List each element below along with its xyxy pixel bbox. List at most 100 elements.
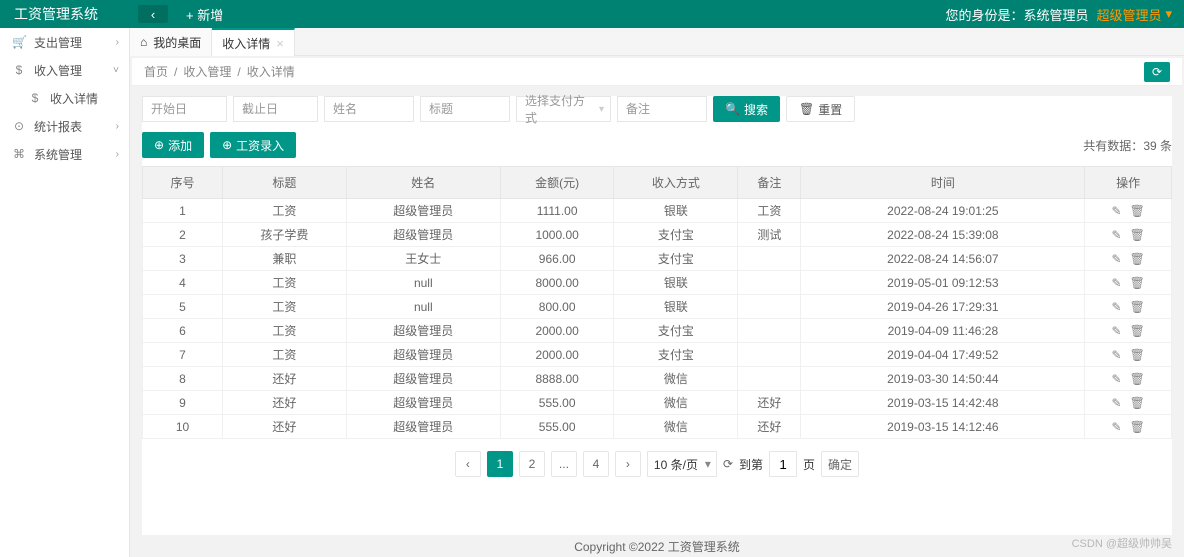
chevron-left-icon: ‹ bbox=[151, 7, 155, 22]
sidebar-item-report[interactable]: ⊙ 统计报表 › bbox=[0, 112, 129, 140]
search-button[interactable]: 🔍 搜索 bbox=[713, 96, 780, 122]
table-cell: 支付宝 bbox=[614, 343, 738, 367]
tabs-bar: ⌂ 我的桌面 收入详情 × bbox=[130, 28, 1184, 56]
delete-icon[interactable]: 🗑 bbox=[1130, 252, 1145, 266]
edit-icon[interactable]: ✎ bbox=[1112, 252, 1122, 266]
goto-input[interactable] bbox=[769, 451, 797, 477]
salary-input-button[interactable]: ⊕ 工资录入 bbox=[210, 132, 296, 158]
identity-label: 您的身份是：系统管理员 bbox=[945, 5, 1088, 24]
delete-icon[interactable]: 🗑 bbox=[1130, 324, 1145, 338]
page-1[interactable]: 1 bbox=[487, 451, 513, 477]
add-new-button[interactable]: + 新增 bbox=[186, 5, 223, 24]
table-cell: 2 bbox=[143, 223, 223, 247]
edit-icon[interactable]: ✎ bbox=[1112, 276, 1122, 290]
table-header: 金额(元) bbox=[500, 167, 614, 199]
table-cell: 银联 bbox=[614, 271, 738, 295]
delete-icon[interactable]: 🗑 bbox=[1130, 396, 1145, 410]
chart-icon: ⊙ bbox=[12, 119, 26, 133]
chevron-right-icon: › bbox=[116, 37, 119, 48]
delete-icon[interactable]: 🗑 bbox=[1130, 228, 1145, 242]
trash-icon: 🗑 bbox=[799, 102, 814, 116]
refresh-button[interactable]: ⟳ bbox=[1144, 62, 1170, 82]
delete-icon[interactable]: 🗑 bbox=[1130, 276, 1145, 290]
breadcrumb-item[interactable]: 收入管理 bbox=[183, 63, 231, 80]
title-input[interactable] bbox=[420, 96, 510, 122]
page-prev[interactable]: ‹ bbox=[455, 451, 481, 477]
table-cell: 2000.00 bbox=[500, 343, 614, 367]
sidebar-collapse-button[interactable]: ‹ bbox=[138, 5, 168, 23]
per-page-select[interactable]: 10 条/页 bbox=[647, 451, 717, 477]
table-header: 收入方式 bbox=[614, 167, 738, 199]
table-cell: 超级管理员 bbox=[346, 367, 500, 391]
watermark: CSDN @超级帅帅吴 bbox=[1072, 535, 1172, 551]
delete-icon[interactable]: 🗑 bbox=[1130, 420, 1145, 434]
table-cell: 2019-05-01 09:12:53 bbox=[801, 271, 1085, 295]
search-label: 搜索 bbox=[744, 101, 768, 118]
pay-method-select[interactable]: 选择支付方式 bbox=[516, 96, 611, 122]
table-cell: 555.00 bbox=[500, 391, 614, 415]
page-next[interactable]: › bbox=[615, 451, 641, 477]
delete-icon[interactable]: 🗑 bbox=[1130, 300, 1145, 314]
edit-icon[interactable]: ✎ bbox=[1112, 300, 1122, 314]
delete-icon[interactable]: 🗑 bbox=[1130, 348, 1145, 362]
table-cell: 4 bbox=[143, 271, 223, 295]
data-table: 序号标题姓名金额(元)收入方式备注时间操作 1工资超级管理员1111.00银联工… bbox=[142, 166, 1172, 439]
table-header: 操作 bbox=[1085, 167, 1172, 199]
edit-icon[interactable]: ✎ bbox=[1112, 396, 1122, 410]
add-label: 添加 bbox=[168, 137, 192, 154]
sidebar-item-income[interactable]: $ 收入管理 ˅ bbox=[0, 56, 129, 84]
sidebar-item-label: 支出管理 bbox=[34, 34, 82, 51]
table-cell: 超级管理员 bbox=[346, 391, 500, 415]
table-cell: 2000.00 bbox=[500, 319, 614, 343]
table-cell bbox=[738, 367, 801, 391]
edit-icon[interactable]: ✎ bbox=[1112, 324, 1122, 338]
role-label: 超级管理员 bbox=[1096, 5, 1161, 24]
page-4[interactable]: 4 bbox=[583, 451, 609, 477]
table-cell: 工资 bbox=[223, 295, 347, 319]
breadcrumb-item: 收入详情 bbox=[247, 63, 295, 80]
table-cell: 2022-08-24 15:39:08 bbox=[801, 223, 1085, 247]
delete-icon[interactable]: 🗑 bbox=[1130, 372, 1145, 386]
add-button[interactable]: ⊕ 添加 bbox=[142, 132, 204, 158]
edit-icon[interactable]: ✎ bbox=[1112, 228, 1122, 242]
table-cell: 2019-04-04 17:49:52 bbox=[801, 343, 1085, 367]
edit-icon[interactable]: ✎ bbox=[1112, 420, 1122, 434]
table-cell: 5 bbox=[143, 295, 223, 319]
edit-icon[interactable]: ✎ bbox=[1112, 204, 1122, 218]
table-cell: 800.00 bbox=[500, 295, 614, 319]
sidebar-item-expense[interactable]: 🛒 支出管理 › bbox=[0, 28, 129, 56]
goto-confirm[interactable]: 确定 bbox=[821, 451, 859, 477]
table-cell: 2019-04-26 17:29:31 bbox=[801, 295, 1085, 319]
salary-label: 工资录入 bbox=[236, 137, 284, 154]
table-cell: 支付宝 bbox=[614, 247, 738, 271]
tab-desktop[interactable]: ⌂ 我的桌面 bbox=[130, 28, 212, 56]
page-2[interactable]: 2 bbox=[519, 451, 545, 477]
table-cell: 工资 bbox=[223, 343, 347, 367]
delete-icon[interactable]: 🗑 bbox=[1130, 204, 1145, 218]
sidebar: 🛒 支出管理 › $ 收入管理 ˅ $ 收入详情 ⊙ 统计报表 › ⌘ 系统管理… bbox=[0, 28, 130, 557]
reset-label: 重置 bbox=[818, 101, 842, 118]
table-cell bbox=[738, 295, 801, 319]
end-date-input[interactable] bbox=[233, 96, 318, 122]
remark-input[interactable] bbox=[617, 96, 707, 122]
sidebar-item-system[interactable]: ⌘ 系统管理 › bbox=[0, 140, 129, 168]
table-cell: 支付宝 bbox=[614, 319, 738, 343]
close-icon[interactable]: × bbox=[276, 36, 284, 51]
role-dropdown[interactable]: 超级管理员 ▾ bbox=[1096, 5, 1172, 24]
edit-icon[interactable]: ✎ bbox=[1112, 348, 1122, 362]
refresh-icon[interactable]: ⟳ bbox=[723, 457, 733, 471]
sidebar-item-income-detail[interactable]: $ 收入详情 bbox=[0, 84, 129, 112]
table-cell: 2022-08-24 19:01:25 bbox=[801, 199, 1085, 223]
table-row: 1工资超级管理员1111.00银联工资2022-08-24 19:01:25✎🗑 bbox=[143, 199, 1172, 223]
edit-icon[interactable]: ✎ bbox=[1112, 372, 1122, 386]
name-input[interactable] bbox=[324, 96, 414, 122]
table-cell: null bbox=[346, 295, 500, 319]
table-row: 3兼职王女士966.00支付宝2022-08-24 14:56:07✎🗑 bbox=[143, 247, 1172, 271]
breadcrumb-item[interactable]: 首页 bbox=[144, 63, 168, 80]
reset-button[interactable]: 🗑 重置 bbox=[786, 96, 855, 122]
start-date-input[interactable] bbox=[142, 96, 227, 122]
table-cell bbox=[738, 319, 801, 343]
home-icon: ⌂ bbox=[140, 35, 147, 49]
tab-income-detail[interactable]: 收入详情 × bbox=[212, 28, 295, 56]
app-title: 工资管理系统 bbox=[0, 4, 130, 24]
